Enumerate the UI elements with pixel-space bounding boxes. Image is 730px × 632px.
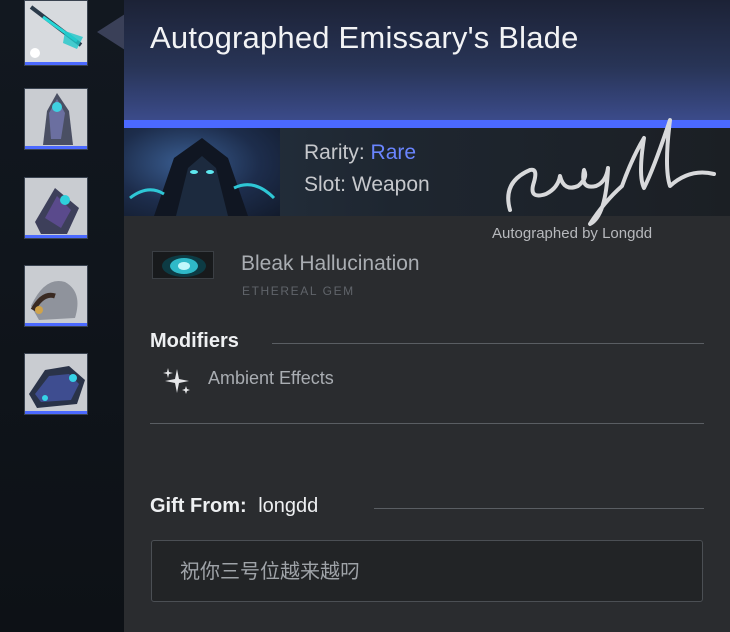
item-info-band: Rarity: Rare Slot: Weapon bbox=[124, 118, 730, 226]
gem-type: ETHEREAL GEM bbox=[242, 284, 355, 298]
gift-from-heading: Gift From: longdd bbox=[150, 495, 318, 518]
rarity-line: Rarity: Rare bbox=[304, 141, 416, 165]
item-title: Autographed Emissary's Blade bbox=[150, 20, 579, 55]
rarity-value: Rare bbox=[370, 141, 417, 164]
item-detail-panel: Autographed Emissary's Blade Rarity: Rar… bbox=[124, 0, 730, 632]
sidebar-item-hero-pose-2[interactable] bbox=[24, 177, 88, 239]
hero-portrait bbox=[124, 128, 280, 216]
sidebar-item-emissary-blade[interactable] bbox=[24, 0, 88, 66]
section-divider bbox=[150, 423, 704, 424]
slot-value: Weapon bbox=[351, 173, 430, 196]
item-thumbnail-strip bbox=[0, 0, 125, 632]
rarity-label: Rarity: bbox=[304, 141, 365, 164]
sparkle-icon bbox=[163, 368, 190, 394]
gem-name: Bleak Hallucination bbox=[241, 252, 420, 275]
sidebar-item-hero-mount[interactable] bbox=[24, 353, 88, 415]
gift-message-box: 祝你三号位越来越叼 bbox=[151, 540, 703, 602]
autograph-signature bbox=[506, 118, 716, 226]
selection-pointer bbox=[97, 14, 125, 50]
modifiers-divider bbox=[272, 343, 704, 344]
gift-sender-name: longdd bbox=[258, 495, 319, 517]
modifier-ambient-effects: Ambient Effects bbox=[208, 368, 334, 388]
slot-line: Slot: Weapon bbox=[304, 173, 430, 197]
autograph-credit: Autographed by Longdd bbox=[492, 225, 653, 242]
modifiers-heading: Modifiers bbox=[150, 330, 239, 352]
sidebar-item-hero-pose-1[interactable] bbox=[24, 88, 88, 150]
slot-label: Slot: bbox=[304, 173, 347, 196]
ethereal-gem-icon bbox=[152, 251, 214, 279]
gift-divider bbox=[374, 508, 704, 509]
sidebar-item-hero-pose-3[interactable] bbox=[24, 265, 88, 327]
gift-from-label: Gift From: bbox=[150, 495, 247, 517]
